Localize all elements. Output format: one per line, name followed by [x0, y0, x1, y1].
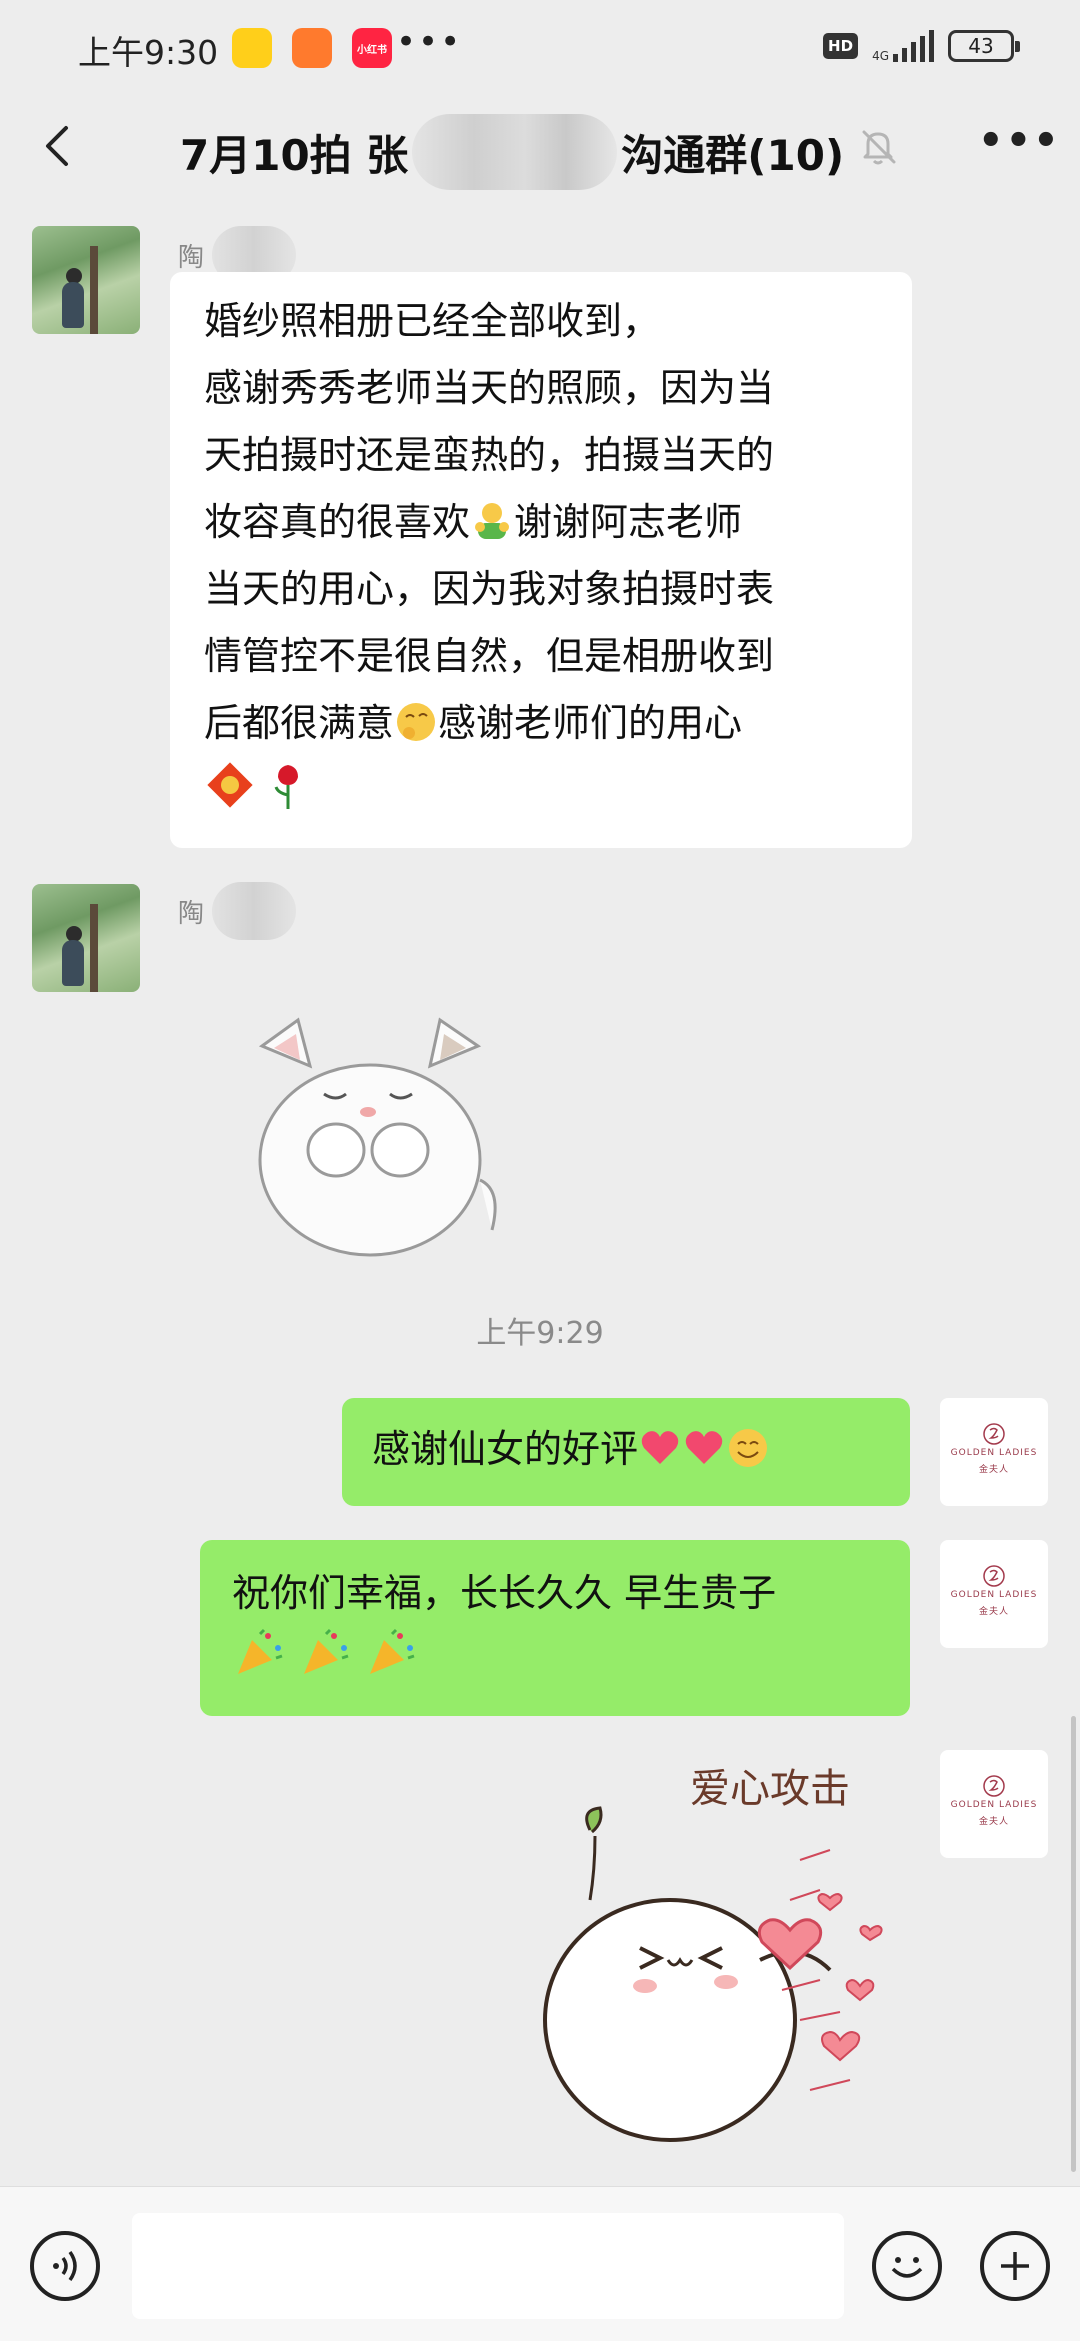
sender-avatar[interactable]: [32, 226, 140, 334]
brand-name: GOLDEN LADIES: [950, 1590, 1038, 1600]
message-line: 天拍摄时还是蛮热的，拍摄当天的: [204, 433, 775, 477]
chat-title-suffix: 沟通群(10): [621, 130, 845, 180]
message-line: 后都很满意 感谢老师们的用心: [204, 690, 878, 757]
back-icon[interactable]: [32, 118, 88, 174]
battery-level: 43: [968, 34, 994, 58]
scrollbar[interactable]: [1071, 1716, 1076, 2172]
smiley-icon: [891, 2257, 923, 2278]
voice-icon: [53, 2250, 77, 2282]
heart-emoji-icon: [641, 1431, 679, 1464]
golden-ladies-logo-icon: [983, 1775, 1005, 1797]
message-timestamp: 上午9:29: [476, 1316, 604, 1351]
redacted-sender: [212, 882, 297, 940]
brand-name: GOLDEN LADIES: [950, 1800, 1038, 1810]
plus-icon: [1001, 2252, 1029, 2280]
outgoing-message-bubble[interactable]: 感谢仙女的好评: [342, 1398, 910, 1506]
message-line: 婚纱照相册已经全部收到，: [204, 299, 661, 343]
my-avatar[interactable]: GOLDEN LADIES 金夫人: [940, 1750, 1048, 1858]
brand-name-cn: 金夫人: [978, 1607, 1009, 1617]
message-line: 感谢秀秀老师当天的照顾，因为当: [204, 366, 775, 410]
redacted-name: [412, 114, 618, 190]
status-time: 上午9:30: [78, 33, 219, 72]
my-avatar[interactable]: GOLDEN LADIES 金夫人: [940, 1398, 1048, 1506]
golden-ladies-logo-icon: [983, 1423, 1005, 1445]
message-line: [232, 1626, 878, 1692]
love-attack-sticker-art: [543, 1806, 883, 2142]
xiaohongshu-notification-icon: 小红书: [352, 28, 392, 68]
sender-name-text: 陶: [178, 898, 205, 929]
sender-name-text: 陶: [178, 242, 205, 273]
chat-title-prefix: 7月10拍 张: [180, 130, 409, 180]
message-text: 感谢仙女的好评: [372, 1427, 639, 1471]
smile-emoji-icon: [729, 1429, 768, 1467]
network-indicator: 4G: [872, 30, 934, 62]
sender-avatar[interactable]: [32, 884, 140, 992]
message-text: 谢谢阿志老师: [514, 500, 743, 544]
love-attack-sticker[interactable]: 爱心攻击: [500, 1750, 920, 2154]
more-functions-button[interactable]: [980, 2231, 1050, 2301]
emoji-button[interactable]: [872, 2231, 942, 2301]
rose-emoji-icon: [274, 765, 299, 809]
message-line: 当天的用心，因为我对象拍摄时表: [204, 567, 775, 611]
incoming-message-bubble[interactable]: 婚纱照相册已经全部收到， 感谢秀秀老师当天的照顾，因为当 天拍摄时还是蛮热的，拍…: [170, 272, 912, 848]
bell-off-icon: [862, 130, 896, 165]
chat-header: 7月10拍 张 沟通群(10) •••: [0, 96, 1080, 196]
sender-name: 陶: [178, 882, 297, 940]
network-type: 4G: [872, 49, 889, 63]
message-text: 感谢老师们的用心: [438, 701, 743, 745]
voice-input-button[interactable]: [30, 2231, 100, 2301]
message-text: 妆容真的很喜欢: [204, 500, 471, 544]
brand-name: GOLDEN LADIES: [950, 1448, 1038, 1458]
fortune-emoji-icon: [207, 762, 253, 808]
shop-notification-icon: [292, 28, 332, 68]
status-bar: 上午9:30 小红书 ••• HD 4G 43: [0, 0, 1080, 96]
chat-title: 7月10拍 张 沟通群(10): [180, 114, 844, 190]
message-line: 妆容真的很喜欢 谢谢阿志老师: [204, 489, 878, 556]
outgoing-message-bubble[interactable]: 祝你们幸福，长长久久 早生贵子: [200, 1540, 910, 1716]
message-text: 祝你们幸福，长长久久 早生贵子: [232, 1571, 777, 1615]
cat-sticker[interactable]: [240, 990, 510, 1260]
message-input[interactable]: [132, 2213, 844, 2319]
my-avatar[interactable]: GOLDEN LADIES 金夫人: [940, 1540, 1048, 1648]
heart-emoji-icon: [685, 1431, 723, 1464]
party-popper-icon: [370, 1628, 415, 1674]
battery-icon: 43: [948, 30, 1020, 62]
thinking-emoji-icon: [397, 703, 436, 741]
message-line: 感谢仙女的好评: [372, 1416, 880, 1482]
more-notifications-icon: •••: [396, 22, 463, 62]
app-notification-icon: [232, 28, 272, 68]
hug-emoji-icon: [475, 503, 510, 539]
golden-ladies-logo-icon: [983, 1565, 1005, 1587]
party-popper-icon: [238, 1628, 283, 1674]
more-icon[interactable]: •••: [978, 118, 1061, 164]
signal-icon: [893, 30, 934, 62]
brand-name-cn: 金夫人: [978, 1817, 1009, 1827]
message-text: 后都很满意: [204, 701, 395, 745]
hd-voice-icon: HD: [823, 33, 859, 59]
message-line: [204, 757, 878, 824]
input-bar: [0, 2186, 1080, 2341]
party-popper-icon: [304, 1628, 349, 1674]
brand-name-cn: 金夫人: [978, 1465, 1009, 1475]
message-line: 情管控不是很自然，但是相册收到: [204, 634, 775, 678]
